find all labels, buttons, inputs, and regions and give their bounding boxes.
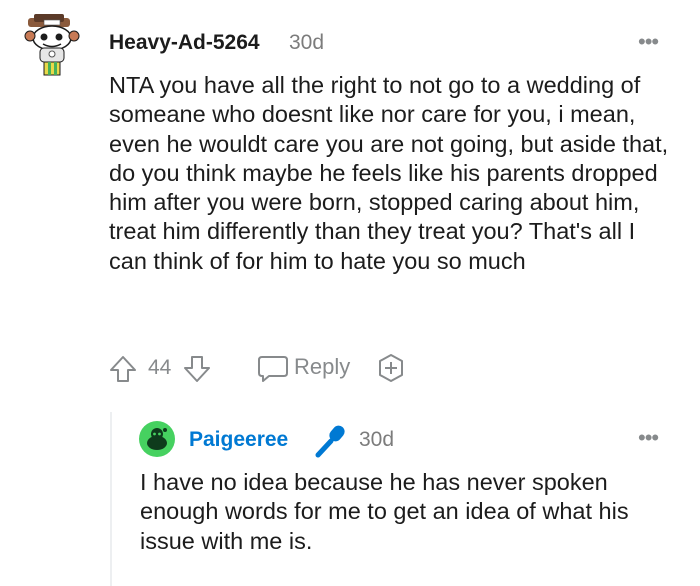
avatar[interactable] bbox=[22, 14, 82, 76]
reply-button[interactable]: Reply bbox=[294, 354, 350, 380]
reply-timestamp[interactable]: 30d bbox=[359, 428, 394, 452]
vote-score: 44 bbox=[148, 356, 172, 379]
downvote-icon[interactable] bbox=[182, 354, 212, 384]
comment-username[interactable]: Heavy-Ad-5264 bbox=[109, 31, 260, 55]
upvote-icon[interactable] bbox=[108, 354, 138, 384]
comment-body: NTA you have all the right to not go to … bbox=[109, 72, 669, 274]
comment-timestamp[interactable]: 30d bbox=[289, 31, 324, 55]
microphone-icon bbox=[315, 425, 345, 458]
thread-line[interactable] bbox=[110, 412, 112, 586]
award-icon[interactable] bbox=[375, 352, 407, 384]
reply-body: I have no idea because he has never spok… bbox=[140, 469, 629, 554]
more-options-icon[interactable]: ••• bbox=[638, 31, 659, 53]
comment-actions: 44 Reply bbox=[108, 352, 428, 384]
more-options-icon[interactable]: ••• bbox=[638, 427, 659, 449]
comment-bubble-icon[interactable] bbox=[256, 354, 290, 384]
reply-avatar[interactable] bbox=[139, 421, 175, 457]
reply-username[interactable]: Paigeeree bbox=[189, 428, 288, 452]
